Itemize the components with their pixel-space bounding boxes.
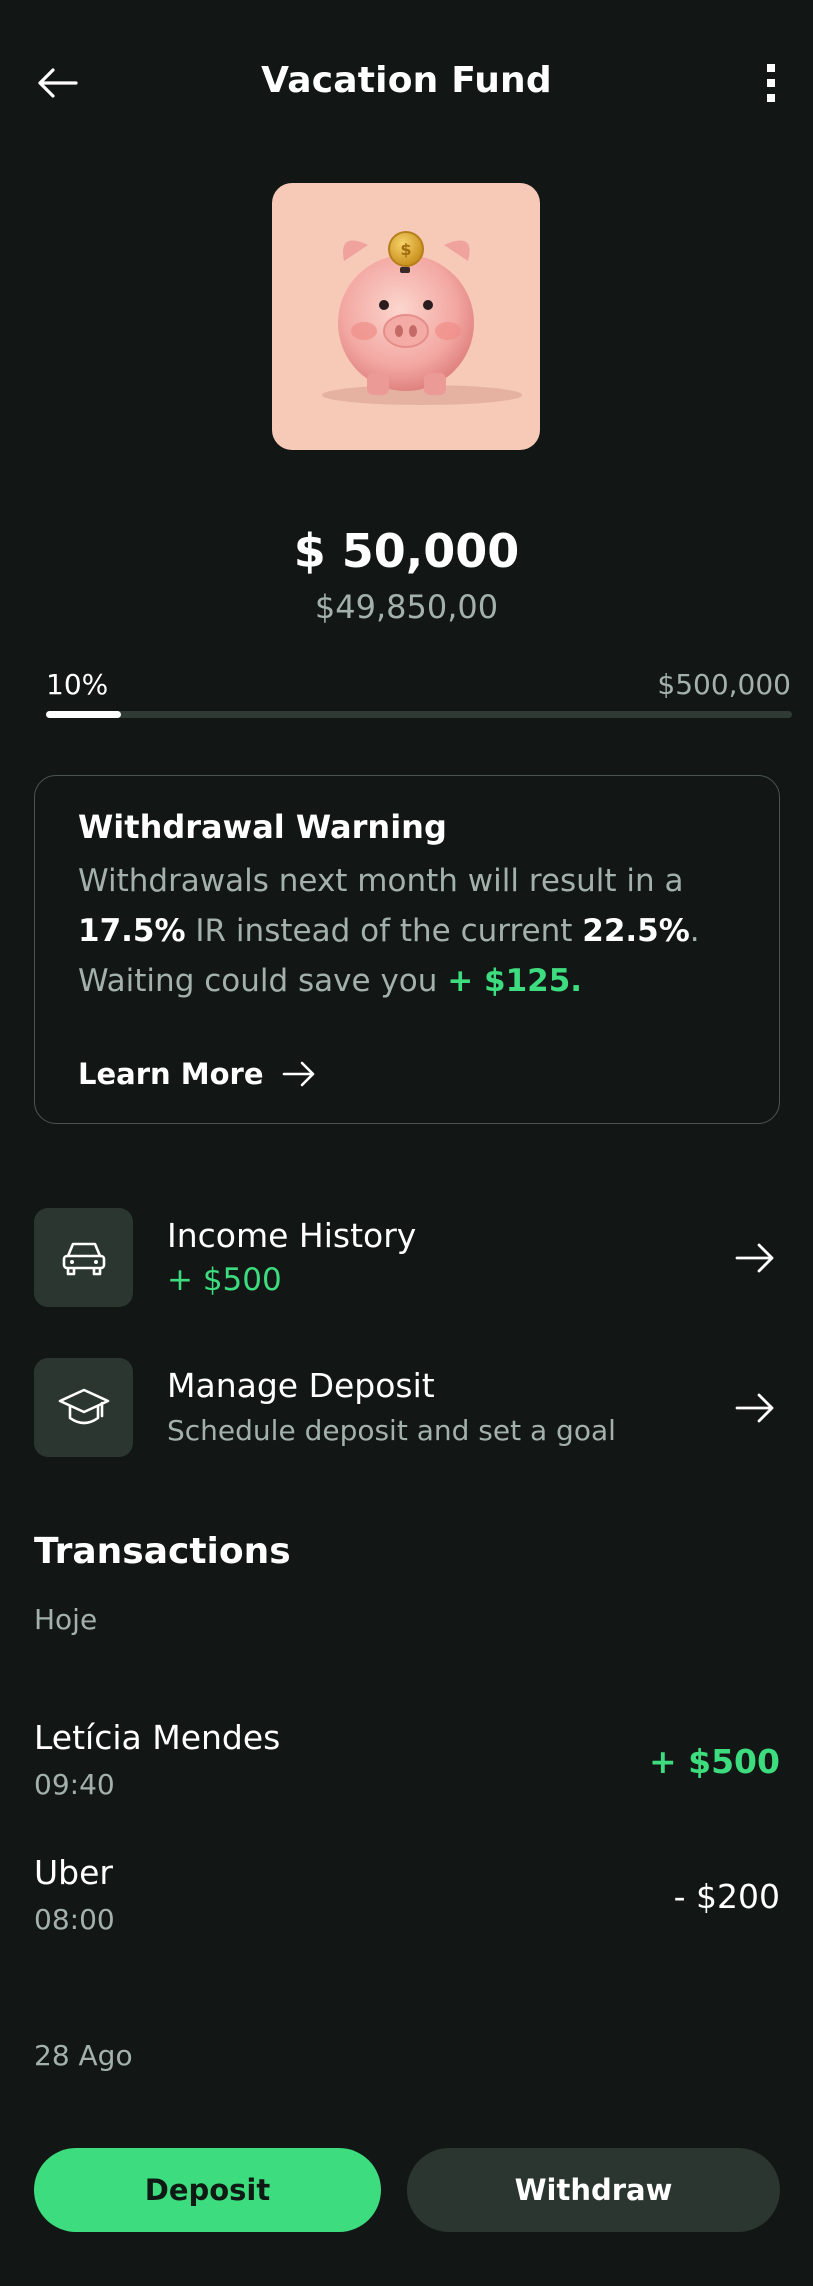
day-label: Hoje [34,1603,98,1636]
row-subtitle: + $500 [167,1262,282,1298]
day-label: 28 Ago [34,2039,133,2072]
withdrawal-warning-card: Withdrawal Warning Withdrawals next mont… [34,775,780,1124]
arrow-right-icon [730,1233,780,1283]
transaction-time: 09:40 [34,1768,115,1801]
row-title: Manage Deposit [167,1366,435,1405]
balance-amount: $ 50,000 [293,524,520,578]
svg-text:$: $ [400,240,411,259]
more-options-button[interactable] [751,58,791,108]
row-subtitle: Schedule deposit and set a goal [167,1414,616,1447]
withdraw-button[interactable]: Withdraw [407,2148,780,2232]
progress-percent: 10% [46,668,109,701]
manage-deposit-icon-box [34,1358,133,1457]
transaction-row[interactable]: Letícia Mendes 09:40 + $500 [34,1718,780,1808]
transaction-amount: - $200 [673,1877,780,1916]
progress-goal: $500,000 [657,668,791,701]
warning-text: Withdrawals next month will result in a … [78,856,758,1006]
learn-more-label: Learn More [78,1057,264,1091]
income-history-row[interactable]: Income History + $500 [34,1208,780,1308]
piggy-bank-icon: $ [322,231,522,405]
progress-fill [46,711,121,718]
warning-text-part: Waiting could save you [78,963,448,999]
deposit-button[interactable]: Deposit [34,2148,381,2232]
warning-text-part: . [689,913,700,949]
transaction-row[interactable]: Uber 08:00 - $200 [34,1853,780,1943]
current-rate: 22.5% [582,913,690,949]
car-icon [62,1242,105,1275]
learn-more-link[interactable]: Learn More [78,1054,316,1094]
income-history-icon-box [34,1208,133,1307]
warning-text-part: IR instead of the current [185,913,583,949]
transaction-name: Uber [34,1853,113,1892]
graduation-cap-icon [58,1388,109,1424]
arrow-right-icon [730,1383,780,1433]
row-title: Income History [167,1216,417,1255]
fund-image: $ [272,183,540,450]
page-title: Vacation Fund [261,60,552,101]
more-vertical-icon [767,64,775,102]
transactions-title: Transactions [34,1531,291,1572]
warning-text-part: Withdrawals next month will result in a [78,863,684,899]
manage-deposit-row[interactable]: Manage Deposit Schedule deposit and set … [34,1358,780,1458]
transaction-name: Letícia Mendes [34,1718,281,1757]
warning-title: Withdrawal Warning [78,808,447,846]
transaction-time: 08:00 [34,1903,115,1936]
new-rate: 17.5% [78,913,186,949]
balance-secondary: $49,850,00 [314,588,499,626]
savings-amount: + $125. [447,963,583,999]
progress-bar [46,711,792,718]
vacation-fund-screen: Vacation Fund $ $ 50,000 $49,850,00 10% … [0,0,813,2286]
transaction-amount: + $500 [649,1742,780,1781]
arrow-right-icon [282,1061,314,1087]
